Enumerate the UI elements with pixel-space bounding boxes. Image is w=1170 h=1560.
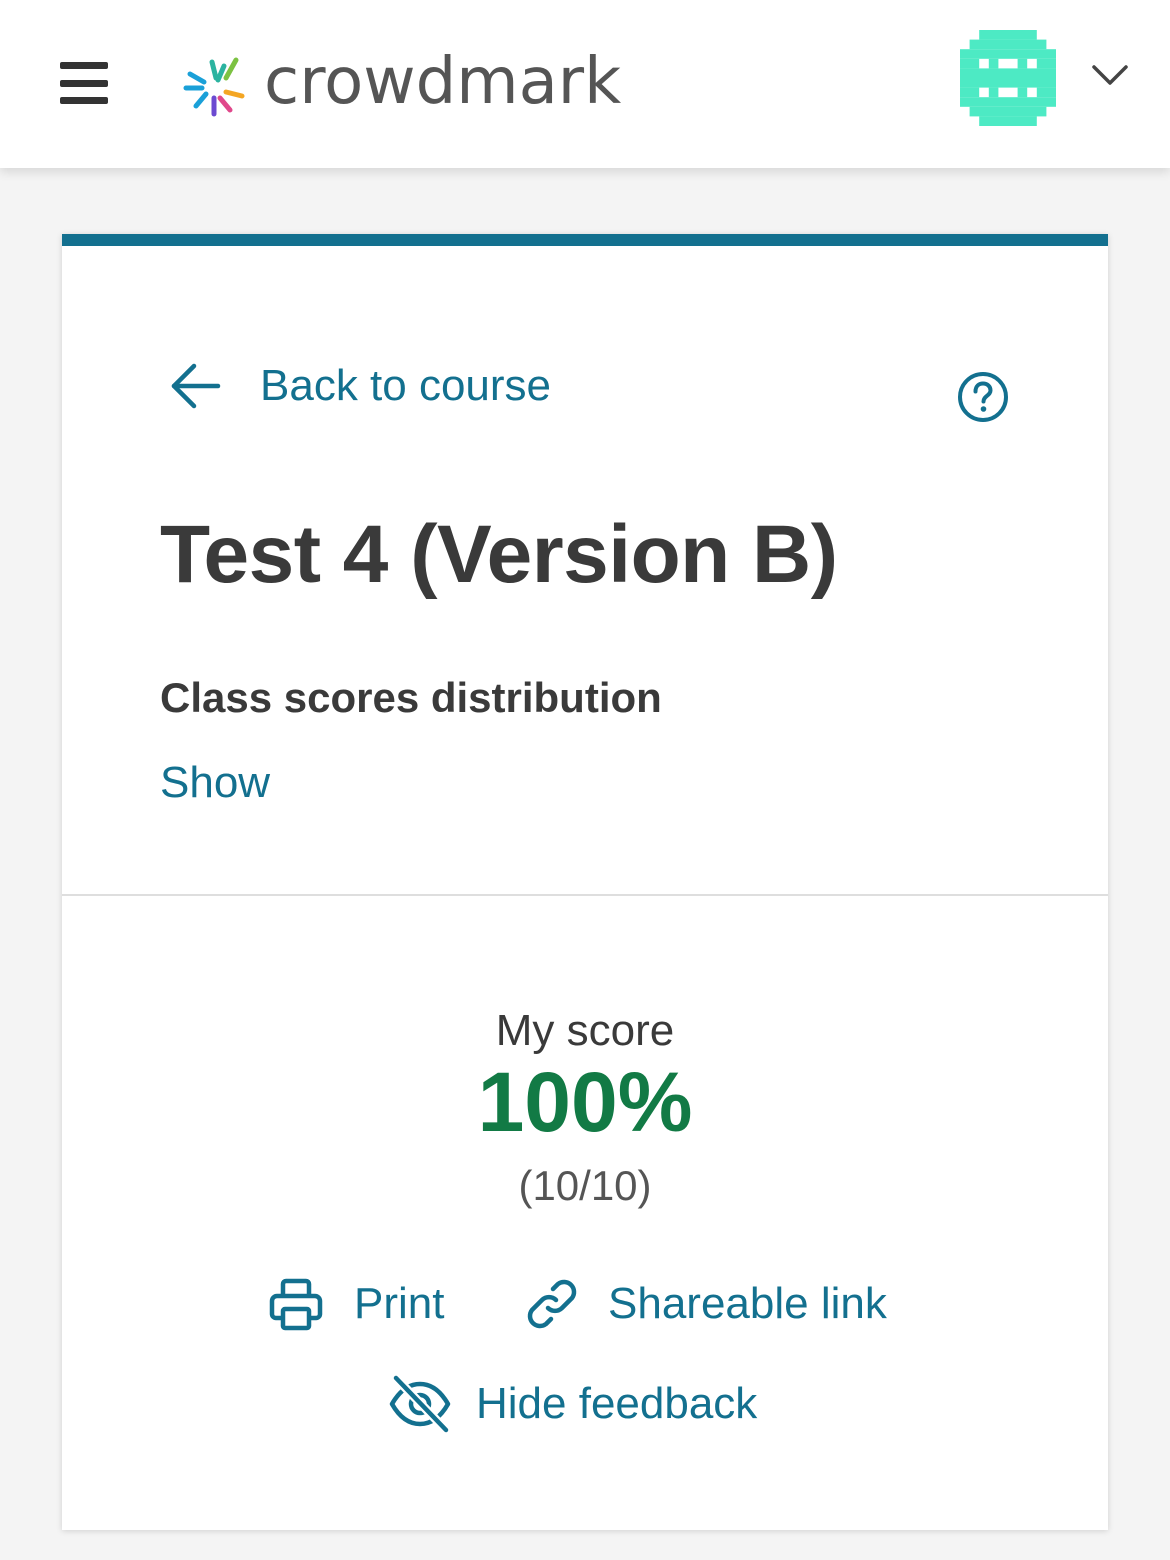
print-button[interactable]: Print bbox=[266, 1274, 444, 1334]
my-score-fraction: (10/10) bbox=[518, 1162, 652, 1209]
crowdmark-logo-mark bbox=[183, 57, 245, 117]
link-icon bbox=[527, 1279, 577, 1329]
hamburger-menu-icon[interactable] bbox=[60, 62, 108, 104]
section-divider bbox=[62, 894, 1108, 896]
my-score-label: My score bbox=[495, 1006, 675, 1055]
hide-feedback-button[interactable]: Hide feedback bbox=[388, 1372, 757, 1436]
printer-icon bbox=[269, 1278, 323, 1331]
crowdmark-wordmark: crowdmark bbox=[264, 45, 622, 119]
assessment-card: Back to course Test 4 (Version B) Class … bbox=[62, 234, 1108, 1530]
eye-off-icon bbox=[389, 1373, 451, 1435]
shareable-link-button[interactable]: Shareable link bbox=[522, 1274, 887, 1334]
class-scores-distribution-heading: Class scores distribution bbox=[160, 674, 662, 721]
identicon-avatar[interactable] bbox=[960, 30, 1056, 126]
chevron-down-icon[interactable] bbox=[1088, 58, 1132, 92]
arrow-left-icon bbox=[171, 363, 221, 409]
hide-feedback-label: Hide feedback bbox=[476, 1379, 758, 1428]
my-score-percent: 100% bbox=[477, 1055, 693, 1149]
back-to-course-label: Back to course bbox=[260, 361, 552, 410]
help-circle-icon[interactable] bbox=[956, 370, 1010, 424]
shareable-link-label: Shareable link bbox=[608, 1279, 887, 1328]
top-navigation-bar: crowdmark bbox=[0, 0, 1170, 168]
show-distribution-link[interactable]: Show bbox=[160, 758, 270, 808]
back-to-course-link[interactable]: Back to course bbox=[168, 358, 551, 414]
print-label: Print bbox=[354, 1279, 445, 1328]
crowdmark-logo[interactable]: crowdmark bbox=[178, 45, 622, 124]
page-title: Test 4 (Version B) bbox=[160, 509, 838, 600]
